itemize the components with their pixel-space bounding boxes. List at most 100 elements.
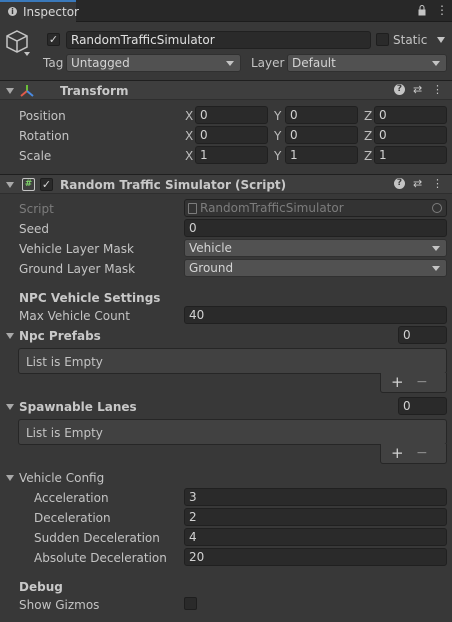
remove-icon[interactable]: − [416, 445, 428, 461]
script-component-title: Random Traffic Simulator (Script) [60, 178, 287, 192]
script-reference-value: RandomTrafficSimulator [200, 201, 344, 215]
ground-layer-mask-value: Ground [189, 261, 234, 275]
max-vehicle-count-input[interactable]: 40 [184, 306, 447, 324]
z-axis-label[interactable]: Z [364, 109, 372, 123]
deceleration-input[interactable]: 2 [184, 508, 447, 526]
presets-icon[interactable]: ⇄ [413, 178, 422, 190]
ground-layer-mask-dropdown[interactable]: Ground [184, 259, 447, 277]
debug-header: Debug [19, 580, 63, 594]
transform-header[interactable]: Transform ? ⇄ ⋮ [0, 80, 452, 100]
spawnable-lanes-list: List is Empty [18, 419, 447, 445]
add-icon[interactable]: + [391, 374, 404, 390]
transform-title: Transform [60, 84, 129, 98]
position-x-input[interactable]: 0 [195, 106, 268, 124]
csharp-script-icon: # [22, 178, 35, 191]
chevron-down-icon [432, 266, 440, 271]
help-icon[interactable]: ? [394, 84, 405, 95]
static-dropdown-icon[interactable] [437, 37, 445, 43]
foldout-arrow-icon [6, 182, 14, 188]
y-axis-label[interactable]: Y [274, 129, 281, 143]
scale-z-input[interactable]: 1 [374, 146, 447, 164]
chevron-down-icon [226, 61, 234, 66]
y-axis-label[interactable]: Y [274, 149, 281, 163]
ground-layer-mask-label: Ground Layer Mask [19, 262, 136, 276]
foldout-arrow-icon[interactable] [6, 475, 14, 481]
tag-value: Untagged [71, 56, 130, 70]
foldout-arrow-icon[interactable] [6, 404, 14, 410]
remove-icon[interactable]: − [416, 374, 428, 390]
rotation-x-input[interactable]: 0 [195, 126, 268, 144]
z-axis-label[interactable]: Z [364, 149, 372, 163]
sudden-deceleration-label: Sudden Deceleration [34, 531, 160, 545]
x-axis-label[interactable]: X [185, 129, 193, 143]
vehicle-layer-mask-label: Vehicle Layer Mask [19, 242, 134, 256]
active-checkbox[interactable]: ✓ [47, 33, 60, 46]
add-icon[interactable]: + [391, 445, 404, 461]
acceleration-input[interactable]: 3 [184, 488, 447, 506]
absolute-deceleration-input[interactable]: 20 [184, 548, 447, 566]
y-axis-label[interactable]: Y [274, 109, 281, 123]
vehicle-layer-mask-dropdown[interactable]: Vehicle [184, 239, 447, 257]
spawnable-lanes-size-input[interactable]: 0 [398, 397, 447, 415]
list-empty-text: List is Empty [26, 355, 103, 369]
kebab-menu-icon[interactable]: ⋮ [436, 4, 448, 16]
object-name-input[interactable]: RandomTrafficSimulator [66, 31, 371, 49]
tab-title: Inspector [23, 5, 79, 19]
seed-input[interactable]: 0 [184, 219, 447, 237]
npc-vehicle-settings-header: NPC Vehicle Settings [19, 291, 161, 305]
script-component-header[interactable]: # ✓ Random Traffic Simulator (Script) ? … [0, 174, 452, 194]
deceleration-label: Deceleration [34, 511, 111, 525]
rotation-z-input[interactable]: 0 [374, 126, 447, 144]
scale-label: Scale [19, 149, 52, 163]
static-label: Static [393, 33, 428, 47]
vehicle-layer-mask-value: Vehicle [189, 241, 232, 255]
vehicle-config-label[interactable]: Vehicle Config [19, 471, 104, 485]
object-picker-icon [432, 203, 442, 213]
x-axis-label[interactable]: X [185, 149, 193, 163]
component-enabled-checkbox[interactable]: ✓ [40, 178, 53, 191]
kebab-menu-icon[interactable]: ⋮ [432, 84, 443, 96]
script-reference-field: RandomTrafficSimulator [184, 199, 447, 217]
show-gizmos-checkbox[interactable] [184, 597, 197, 610]
help-icon[interactable]: ? [394, 178, 405, 189]
transform-icon [20, 84, 34, 101]
npc-prefabs-list: List is Empty [18, 348, 447, 374]
kebab-menu-icon[interactable]: ⋮ [432, 178, 443, 190]
foldout-arrow-icon [6, 88, 14, 94]
npc-prefabs-label[interactable]: Npc Prefabs [19, 329, 101, 343]
layer-value: Default [292, 56, 336, 70]
position-y-input[interactable]: 0 [285, 106, 358, 124]
tag-label: Tag [43, 56, 64, 70]
lock-icon[interactable] [418, 5, 426, 16]
absolute-deceleration-label: Absolute Deceleration [34, 551, 167, 565]
tag-dropdown[interactable]: Untagged [66, 54, 241, 72]
position-z-input[interactable]: 0 [374, 106, 447, 124]
script-file-icon [188, 203, 197, 214]
npc-prefabs-list-footer: + − [380, 373, 447, 393]
seed-label: Seed [19, 222, 49, 236]
position-label: Position [19, 109, 66, 123]
chevron-down-icon [432, 246, 440, 251]
list-empty-text: List is Empty [26, 426, 103, 440]
scale-y-input[interactable]: 1 [285, 146, 358, 164]
scale-x-input[interactable]: 1 [195, 146, 268, 164]
z-axis-label[interactable]: Z [364, 129, 372, 143]
foldout-arrow-icon[interactable] [6, 333, 14, 339]
chevron-down-icon [432, 61, 440, 66]
static-checkbox[interactable] [376, 33, 389, 46]
acceleration-label: Acceleration [34, 491, 109, 505]
gameobject-cube-icon[interactable] [6, 30, 30, 59]
spawnable-lanes-list-footer: + − [380, 444, 447, 464]
npc-prefabs-size-input[interactable]: 0 [398, 326, 447, 344]
max-vehicle-count-label: Max Vehicle Count [19, 309, 130, 323]
script-label: Script [19, 202, 54, 216]
rotation-y-input[interactable]: 0 [285, 126, 358, 144]
info-icon: i [8, 7, 17, 16]
spawnable-lanes-label[interactable]: Spawnable Lanes [19, 400, 137, 414]
presets-icon[interactable]: ⇄ [413, 84, 422, 96]
show-gizmos-label: Show Gizmos [19, 598, 100, 612]
layer-dropdown[interactable]: Default [287, 54, 447, 72]
sudden-deceleration-input[interactable]: 4 [184, 528, 447, 546]
tab-inspector[interactable]: i Inspector [0, 0, 79, 23]
x-axis-label[interactable]: X [185, 109, 193, 123]
